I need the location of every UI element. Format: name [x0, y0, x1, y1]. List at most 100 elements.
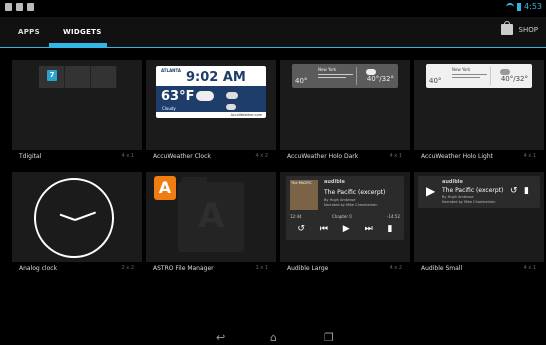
weather-clock-time: 9:02 AM [186, 70, 246, 85]
cloud-icon [226, 92, 238, 99]
widget-name: Analog clock [19, 265, 58, 272]
previous-icon: ⏮ [319, 224, 328, 234]
widget-accuweather-holo-light[interactable]: 40° New York 40°/32° AccuWeather Holo Li… [414, 60, 544, 172]
widget-name: AccuWeather Holo Light [421, 153, 493, 160]
notification-icon [16, 3, 23, 11]
weather-high-low: 40°/32° [500, 75, 528, 83]
widget-name: Audible Small [421, 265, 463, 272]
tab-apps[interactable]: APPS [18, 28, 40, 36]
status-bar: 4:53 [0, 0, 546, 17]
book-title: The Pacific (excerpt) [324, 189, 386, 196]
widget-preview [12, 172, 142, 262]
widget-name: AccuWeather Clock [153, 153, 211, 160]
rewind-30-icon: ↺ [297, 224, 305, 234]
clock-hour-hand [59, 213, 76, 221]
battery-icon [517, 2, 522, 11]
widget-name: ASTRO File Manager [153, 265, 214, 272]
widget-size: 4 x 1 [389, 153, 403, 159]
widget-accuweather-holo-dark[interactable]: 40° New York 40°/32° AccuWeather Holo Da… [280, 60, 410, 172]
tdigital-app-icon: 7 [47, 70, 57, 81]
weather-city: New York [318, 67, 337, 72]
navigation-bar: ↩ ⌂ ❐ [0, 330, 546, 345]
weather-high-low: 40°/32° [366, 75, 394, 83]
widget-size: 2 x 2 [121, 265, 135, 271]
elapsed-time: 12:44 [290, 214, 302, 219]
shop-label: SHOP [518, 25, 538, 34]
tab-selected-indicator [49, 43, 107, 47]
analog-clock-icon [34, 178, 114, 258]
holo-dark-preview: 40° New York 40°/32° [292, 64, 398, 88]
weather-temperature: 40° [429, 77, 442, 85]
book-author: By Hugh Ambrose [324, 198, 356, 202]
notification-icon [5, 3, 12, 11]
book-cover-text: The PACIFIC [291, 181, 312, 185]
audible-small-preview: ▶ audible The Pacific (excerpt) By Hugh … [418, 176, 540, 208]
widget-preview: 40° New York 40°/32° [280, 60, 410, 150]
chapter-label: Chapter 0 [332, 214, 352, 219]
book-title: The Pacific (excerpt) [442, 187, 504, 194]
notification-icons [5, 3, 34, 11]
shop-button[interactable]: SHOP [500, 21, 538, 35]
rewind-30-icon: ↺ [510, 186, 518, 196]
widget-astro-file-manager[interactable]: A A ASTRO File Manager 1 x 1 [146, 172, 276, 284]
widget-size: 4 x 1 [121, 153, 135, 159]
cloud-icon [196, 91, 214, 101]
widget-size: 4 x 2 [255, 153, 269, 159]
book-narrator: Narrated by Mike Chamberlain [442, 200, 496, 204]
audible-large-preview: The PACIFIC audible The Pacific (excerpt… [286, 176, 404, 240]
widget-preview: 40° New York 40°/32° [414, 60, 544, 150]
audible-logo: audible [324, 179, 345, 185]
shopping-bag-icon [500, 21, 513, 35]
widget-size: 4 x 2 [389, 265, 403, 271]
widget-analog-clock[interactable]: Analog clock 2 x 2 [12, 172, 142, 284]
recent-apps-icon[interactable]: ❐ [324, 332, 334, 343]
book-cover: The PACIFIC [290, 180, 318, 210]
astro-app-icon: A [154, 176, 176, 200]
weather-temperature: 40° [295, 77, 308, 85]
widget-audible-small[interactable]: ▶ audible The Pacific (excerpt) By Hugh … [414, 172, 544, 284]
weather-city: ATLANTA [161, 68, 182, 73]
wifi-icon [506, 2, 515, 11]
widget-preview: ATLANTA 9:02 AM 63°F Cloudy AccuWeather.… [146, 60, 276, 150]
widget-name: Audible Large [287, 265, 329, 272]
tab-bar: APPS WIDGETS SHOP [0, 17, 546, 48]
accuweather-clock-preview: ATLANTA 9:02 AM 63°F Cloudy AccuWeather.… [156, 66, 266, 118]
home-icon[interactable]: ⌂ [270, 332, 277, 343]
clock-minute-hand [74, 211, 97, 221]
audible-logo: audible [442, 179, 463, 185]
status-time: 4:53 [524, 2, 542, 11]
playback-progress: 12:44 Chapter 0 -14:52 [290, 214, 400, 220]
remaining-time: -14:52 [387, 214, 400, 219]
weather-city: New York [452, 67, 471, 72]
cloud-icon [226, 104, 236, 110]
weather-temperature: 63°F [161, 89, 195, 104]
playback-controls: ↺ ⏮ ▶ ⏭ ▮ [290, 222, 400, 236]
tab-widgets[interactable]: WIDGETS [63, 28, 102, 36]
widget-name: AccuWeather Holo Dark [287, 153, 359, 160]
widget-preview: 7 [12, 60, 142, 150]
bookmark-icon: ▮ [524, 186, 529, 196]
notification-icon [27, 3, 34, 11]
bookmark-icon: ▮ [387, 224, 393, 234]
book-narrator: Narrated by Mike Chamberlain [324, 203, 378, 207]
widget-size: 4 x 1 [523, 265, 537, 271]
play-icon: ▶ [342, 224, 350, 234]
widget-preview: A A [146, 172, 276, 262]
next-icon: ⏭ [364, 224, 373, 234]
widget-size: 4 x 1 [523, 153, 537, 159]
status-indicators: 4:53 [506, 2, 542, 11]
widget-size: 1 x 1 [255, 265, 269, 271]
widget-name: Tdigital [19, 153, 42, 160]
widget-tdigital[interactable]: 7 Tdigital 4 x 1 [12, 60, 142, 172]
back-icon[interactable]: ↩ [216, 332, 225, 343]
holo-light-preview: 40° New York 40°/32° [426, 64, 532, 88]
play-icon: ▶ [426, 184, 436, 198]
widget-preview: The PACIFIC audible The Pacific (excerpt… [280, 172, 410, 262]
weather-brand: AccuWeather.com [156, 112, 266, 118]
widget-accuweather-clock[interactable]: ATLANTA 9:02 AM 63°F Cloudy AccuWeather.… [146, 60, 276, 172]
weather-condition: Cloudy [162, 106, 176, 111]
book-author: By Hugh Ambrose [442, 195, 474, 199]
widget-preview: ▶ audible The Pacific (excerpt) By Hugh … [414, 172, 544, 262]
widget-audible-large[interactable]: The PACIFIC audible The Pacific (excerpt… [280, 172, 410, 284]
folder-letter: A [198, 196, 225, 236]
